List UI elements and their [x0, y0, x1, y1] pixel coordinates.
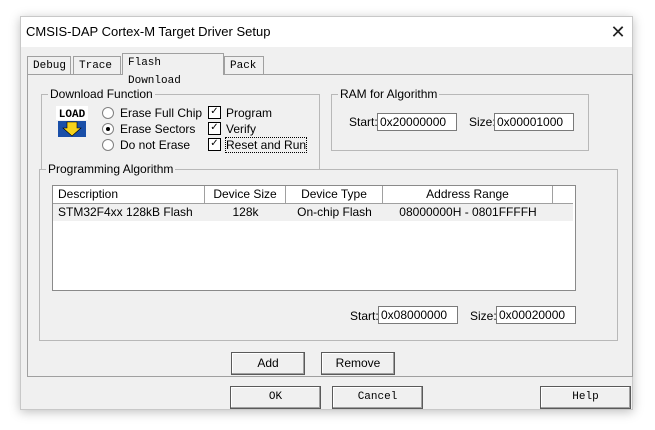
- download-function-group: Download Function LOAD Erase Full Chip E…: [41, 87, 320, 170]
- radio-indicator: [102, 106, 114, 119]
- programming-algorithm-group: Programming Algorithm Description Device…: [39, 162, 618, 341]
- programming-algorithm-label: Programming Algorithm: [46, 162, 176, 176]
- radio-label: Erase Full Chip: [120, 106, 203, 120]
- radio-do-not-erase[interactable]: Do not Erase: [102, 138, 190, 154]
- radio-erase-sectors[interactable]: Erase Sectors: [102, 122, 195, 138]
- table-header: Description Device Size Device Type Addr…: [53, 186, 573, 204]
- check-label: Verify: [226, 122, 257, 136]
- algorithm-table: Description Device Size Device Type Addr…: [52, 185, 576, 291]
- radio-erase-full-chip[interactable]: Erase Full Chip: [102, 106, 202, 122]
- radio-label: Do not Erase: [120, 138, 191, 152]
- column-address-range[interactable]: Address Range: [383, 186, 553, 203]
- column-description[interactable]: Description: [53, 186, 205, 203]
- column-device-size[interactable]: Device Size: [205, 186, 286, 203]
- check-reset-and-run[interactable]: ✓ Reset and Run: [208, 137, 308, 154]
- radio-label: Erase Sectors: [120, 122, 196, 136]
- check-label: Program: [226, 106, 273, 120]
- ram-size-label: Size:: [469, 115, 496, 129]
- cancel-button[interactable]: Cancel: [332, 386, 423, 409]
- help-button[interactable]: Help: [540, 386, 631, 409]
- add-button[interactable]: Add: [231, 352, 305, 375]
- ram-start-label: Start:: [349, 115, 378, 129]
- remove-button[interactable]: Remove: [321, 352, 395, 375]
- table-row[interactable]: STM32F4xx 128kB Flash 128k On-chip Flash…: [53, 204, 573, 221]
- window-title: CMSIS-DAP Cortex-M Target Driver Setup: [26, 24, 271, 39]
- column-spacer: [553, 186, 575, 203]
- load-icon: LOAD: [56, 106, 88, 137]
- checkbox-checked: ✓: [208, 106, 221, 120]
- ok-button[interactable]: OK: [230, 386, 321, 409]
- algo-start-input[interactable]: 0x08000000: [378, 306, 458, 324]
- flash-download-panel: Download Function LOAD Erase Full Chip E…: [27, 74, 633, 377]
- tab-debug[interactable]: Debug: [27, 56, 71, 74]
- algo-start-label: Start:: [350, 309, 379, 323]
- cell-device-size: 128k: [232, 205, 259, 219]
- check-verify[interactable]: ✓ Verify: [208, 122, 256, 138]
- cell-device-type: On-chip Flash: [297, 205, 372, 219]
- tab-flash-download[interactable]: Flash Download: [122, 53, 224, 87]
- close-icon[interactable]: ✕: [604, 17, 632, 47]
- check-label: Reset and Run: [224, 137, 308, 153]
- cell-description: STM32F4xx 128kB Flash: [58, 205, 193, 219]
- dialog-footer: OK Cancel Help: [21, 377, 632, 409]
- title-bar: CMSIS-DAP Cortex-M Target Driver Setup ✕: [21, 17, 632, 47]
- radio-indicator: [102, 138, 114, 151]
- svg-text:LOAD: LOAD: [59, 109, 86, 121]
- ram-size-input[interactable]: 0x00001000: [494, 113, 574, 131]
- driver-setup-dialog: CMSIS-DAP Cortex-M Target Driver Setup ✕…: [20, 16, 633, 410]
- cell-address-range: 08000000H - 0801FFFFH: [399, 205, 537, 219]
- algo-size-input[interactable]: 0x00020000: [496, 306, 576, 324]
- checkbox-checked: ✓: [208, 122, 221, 136]
- ram-for-algorithm-group: RAM for Algorithm Start: 0x20000000 Size…: [331, 87, 589, 151]
- check-program[interactable]: ✓ Program: [208, 106, 272, 122]
- tab-trace[interactable]: Trace: [73, 56, 121, 74]
- column-device-type[interactable]: Device Type: [286, 186, 383, 203]
- radio-indicator-selected: [102, 122, 114, 135]
- checkbox-checked: ✓: [208, 138, 221, 152]
- ram-start-input[interactable]: 0x20000000: [377, 113, 457, 131]
- algo-size-label: Size:: [470, 309, 497, 323]
- ram-for-algorithm-label: RAM for Algorithm: [338, 87, 440, 101]
- tab-pack[interactable]: Pack: [224, 56, 264, 74]
